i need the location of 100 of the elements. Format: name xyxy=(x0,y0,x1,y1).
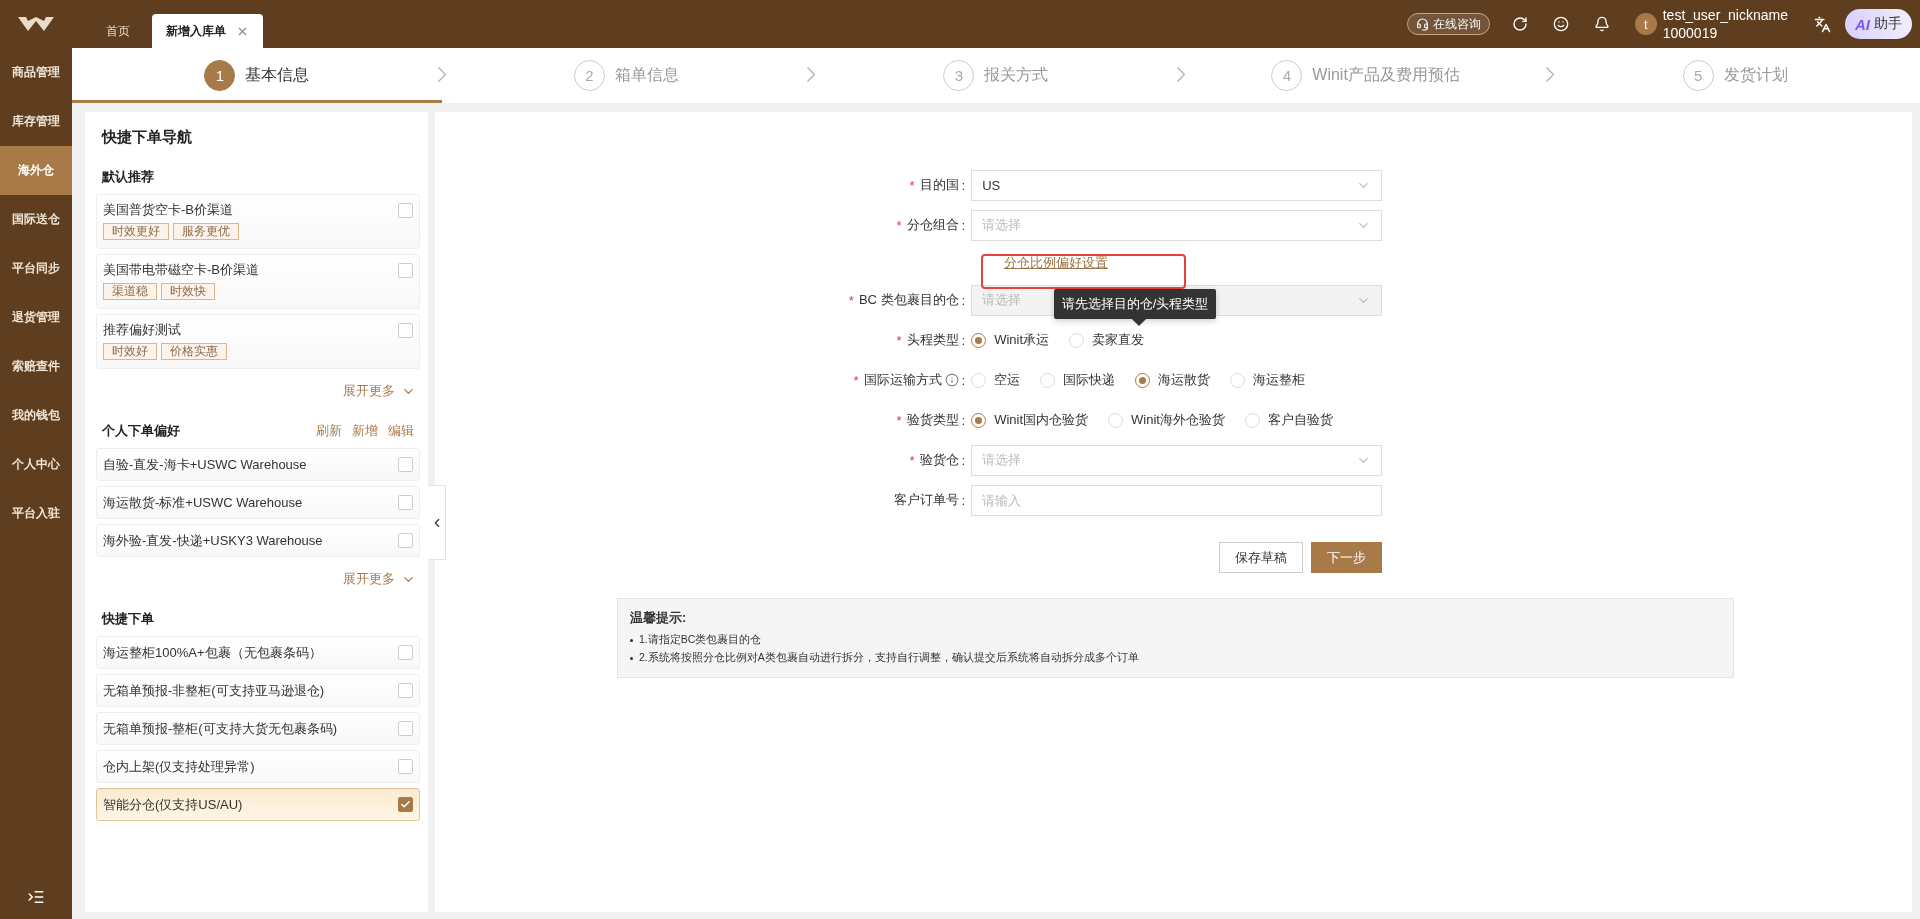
channel-option[interactable]: 海运散货-标准+USWC Warehouse xyxy=(96,486,420,519)
step-label: Winit产品及费用预估 xyxy=(1312,65,1460,85)
step-number: 3 xyxy=(943,60,975,91)
checkbox[interactable] xyxy=(398,263,413,278)
checkbox[interactable] xyxy=(398,495,413,510)
sidebar-item[interactable]: 我的钱包 xyxy=(0,391,72,440)
avatar[interactable]: t xyxy=(1634,13,1657,35)
label-colon: : xyxy=(961,372,966,388)
sidebar-item[interactable]: 个人中心 xyxy=(0,440,72,489)
checkbox[interactable] xyxy=(398,683,413,698)
radio-button[interactable] xyxy=(971,412,987,428)
channel-option[interactable]: 自验-直发-海卡+USWC Warehouse xyxy=(96,448,420,481)
option-name: 海运整柜100%A+包裹（无包裹条码） xyxy=(103,643,322,662)
label-colon: : xyxy=(961,332,966,348)
channel-option[interactable]: 无箱单预报-整柜(可支持大货无包裹条码) xyxy=(96,712,420,745)
tag: 服务更优 xyxy=(173,223,239,240)
save-draft-button[interactable]: 保存草稿 xyxy=(1219,542,1304,573)
option-name: 仓内上架(仅支持处理异常) xyxy=(103,757,255,776)
checkbox[interactable] xyxy=(398,203,413,218)
checkbox[interactable] xyxy=(398,457,413,472)
bullet xyxy=(630,657,633,660)
channel-option[interactable]: 美国普货空卡-B价渠道 时效更好 服务更优 xyxy=(96,194,420,249)
step-label: 发货计划 xyxy=(1723,65,1788,85)
radio-option[interactable]: 卖家直发 xyxy=(1069,331,1145,349)
sidebar-item[interactable]: 索赔查件 xyxy=(0,342,72,391)
sidebar-item[interactable]: 平台入驻 xyxy=(0,489,72,538)
radio-option[interactable]: Winit承运 xyxy=(971,331,1050,349)
option-name: 无箱单预报-非整柜(可支持亚马逊退仓) xyxy=(103,681,324,700)
label-colon: : xyxy=(961,492,966,508)
radio-option[interactable]: 客户自验货 xyxy=(1244,411,1333,429)
consult-button[interactable]: 在线咨询 xyxy=(1406,13,1490,35)
label-colon: : xyxy=(961,452,966,468)
required-mark: * xyxy=(848,292,854,308)
step-label: 基本信息 xyxy=(245,65,310,85)
channel-option[interactable]: 无箱单预报-非整柜(可支持亚马逊退仓) xyxy=(96,674,420,707)
option-name: 美国带电带磁空卡-B价渠道 xyxy=(103,261,259,279)
radio-option[interactable]: 国际快递 xyxy=(1040,371,1116,389)
channel-option[interactable]: 智能分仓(仅支持US/AU) xyxy=(96,788,420,821)
chevron-icon xyxy=(807,67,816,82)
label-colon: : xyxy=(961,412,966,428)
page-tab[interactable]: 首页 xyxy=(92,14,144,48)
tag: 时效快 xyxy=(161,283,215,300)
checkbox[interactable] xyxy=(398,323,413,338)
checkbox[interactable] xyxy=(398,721,413,736)
refresh-icon[interactable] xyxy=(1511,16,1528,32)
checkbox[interactable] xyxy=(398,645,413,660)
radio-button[interactable] xyxy=(1135,372,1151,388)
sidebar-item[interactable]: 国际送仓 xyxy=(0,195,72,244)
sidebar-item[interactable]: 海外仓 xyxy=(0,146,72,195)
sidebar-item[interactable]: 库存管理 xyxy=(0,97,72,146)
input-field[interactable]: 请输入 xyxy=(971,484,1383,516)
expand-more-link[interactable]: 展开更多 xyxy=(343,374,420,414)
label-colon: : xyxy=(961,217,966,233)
sidebar-item[interactable]: 平台同步 xyxy=(0,244,72,293)
assistant-button[interactable]: AI 助手 xyxy=(1845,9,1912,39)
channel-option[interactable]: 海运整柜100%A+包裹（无包裹条码） xyxy=(96,636,420,669)
checkbox[interactable] xyxy=(398,759,413,774)
sidebar-item[interactable]: 退货管理 xyxy=(0,293,72,342)
option-name: 海运散货-标准+USWC Warehouse xyxy=(103,493,303,512)
channel-option[interactable]: 推荐偏好测试 时效好 价格实惠 xyxy=(96,314,420,369)
radio-option[interactable]: Winit海外仓验货 xyxy=(1108,411,1225,429)
user-name: test_user_nickname xyxy=(1662,6,1788,24)
required-mark: * xyxy=(896,412,902,428)
expand-more-link[interactable]: 展开更多 xyxy=(343,562,420,602)
info-icon[interactable] xyxy=(944,373,959,387)
channel-option[interactable]: 海外验-直发-快递+USKY3 Warehouse xyxy=(96,524,420,557)
sidebar-item[interactable]: 商品管理 xyxy=(0,48,72,97)
checkbox[interactable] xyxy=(398,797,413,812)
label-text: 客户订单号 xyxy=(893,491,959,509)
label-text: 国际运输方式 xyxy=(863,371,942,389)
smile-icon[interactable] xyxy=(1552,16,1569,32)
label-text: 分仓组合 xyxy=(906,216,959,234)
radio-option[interactable]: 海运散货 xyxy=(1135,371,1211,389)
bell-icon[interactable] xyxy=(1593,16,1610,32)
checkbox[interactable] xyxy=(398,533,413,548)
radio-button[interactable] xyxy=(971,332,987,348)
radio-option[interactable]: Winit国内仓验货 xyxy=(971,411,1089,429)
required-mark: * xyxy=(896,217,902,233)
action-link[interactable]: 新增 xyxy=(352,422,378,440)
translate-icon[interactable] xyxy=(1814,15,1831,33)
logo-icon xyxy=(16,15,56,33)
radio-option[interactable]: 空运 xyxy=(971,371,1021,389)
radio-option[interactable]: 海运整柜 xyxy=(1230,371,1306,389)
step-number: 2 xyxy=(573,60,605,91)
channel-option[interactable]: 美国带电带磁空卡-B价渠道 渠道稳 时效快 xyxy=(96,254,420,309)
page-tab[interactable]: 新增入库单 xyxy=(152,14,263,48)
channel-option[interactable]: 仓内上架(仅支持处理异常) xyxy=(96,750,420,783)
section-title: 个人下单偏好 xyxy=(102,422,180,440)
settings-link[interactable]: 分仓比例偏好设置 xyxy=(1003,254,1108,270)
label-text: BC 类包裹目的仓 xyxy=(858,291,959,309)
menu-icon[interactable] xyxy=(27,888,45,906)
option-name: 自验-直发-海卡+USWC Warehouse xyxy=(103,455,307,474)
collapse-button[interactable] xyxy=(428,485,446,560)
action-link[interactable]: 编辑 xyxy=(388,422,414,440)
select-field[interactable]: US xyxy=(971,169,1383,201)
tag: 渠道稳 xyxy=(103,283,157,300)
action-link[interactable]: 刷新 xyxy=(316,422,342,440)
label-text: 目的国 xyxy=(919,176,959,194)
chevron-icon xyxy=(1546,67,1555,82)
next-button[interactable]: 下一步 xyxy=(1311,542,1383,573)
